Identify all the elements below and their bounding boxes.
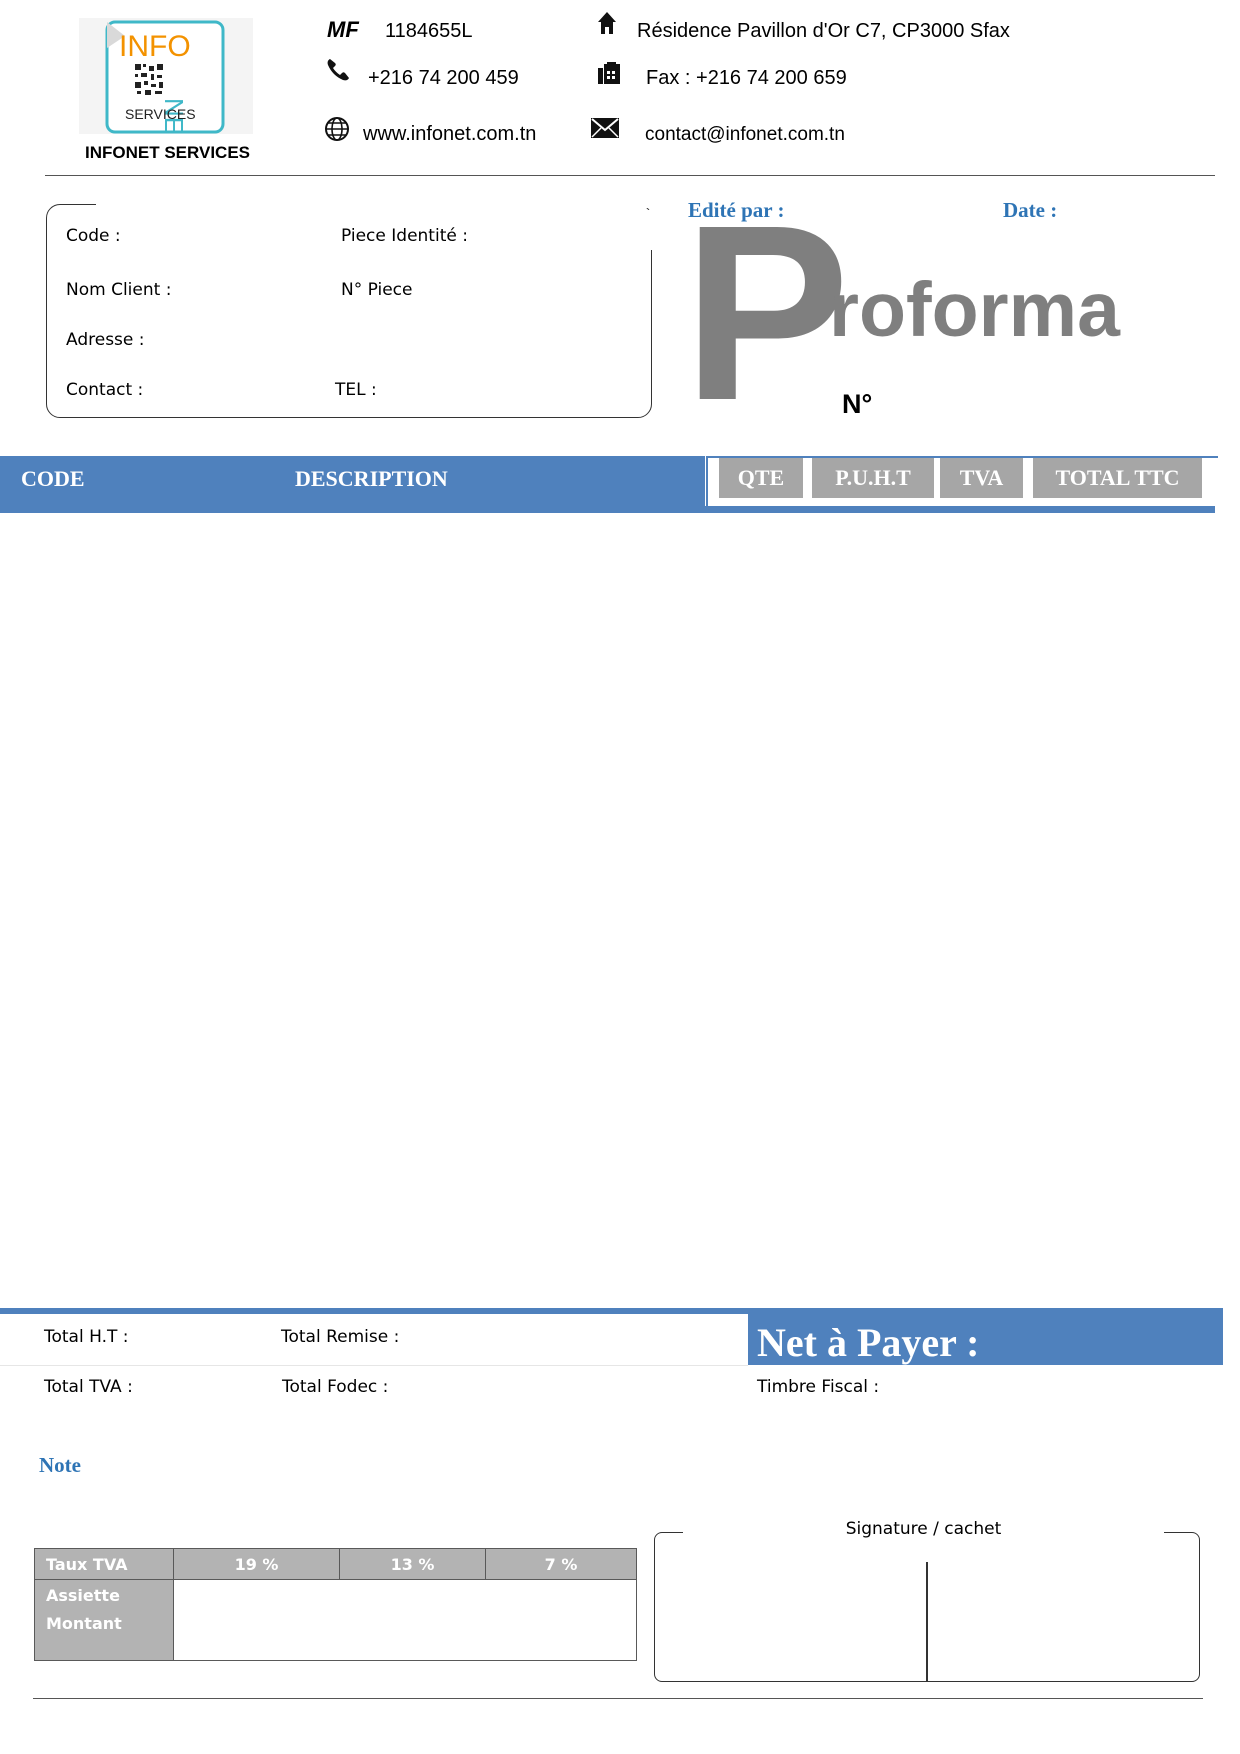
nom-client-label: Nom Client : <box>66 280 172 300</box>
header-divider <box>45 175 1215 176</box>
adresse-label: Adresse : <box>66 330 145 350</box>
tel-label: TEL : <box>335 380 377 400</box>
date-label: Date : <box>1003 198 1058 222</box>
company-website[interactable]: www.infonet.com.tn <box>363 123 536 146</box>
signature-divider <box>926 1562 928 1681</box>
tva-rate-19: 19 % <box>173 1548 340 1580</box>
column-header-description: DESCRIPTION <box>295 466 448 491</box>
total-fodec-label: Total Fodec : <box>282 1377 389 1397</box>
signature-label: Signature / cachet <box>845 1519 1002 1539</box>
column-header-tva: TVA <box>940 458 1023 498</box>
montant-label: Montant <box>34 1610 174 1661</box>
doc-title: roforma <box>829 267 1120 353</box>
mf-label: MF <box>327 17 359 42</box>
phone-icon <box>327 59 349 81</box>
footer-divider <box>33 1698 1203 1699</box>
tva-summary-table: Taux TVA 19 % 13 % 7 % Assiette Montant <box>34 1548 637 1661</box>
total-ht-label: Total H.T : <box>44 1327 129 1347</box>
globe-icon <box>325 117 349 141</box>
house-icon <box>598 12 616 34</box>
column-header-code: CODE <box>21 466 85 491</box>
timbre-fiscal-label: Timbre Fiscal : <box>757 1377 880 1397</box>
column-header-puht: P.U.H.T <box>812 458 934 498</box>
total-remise-label: Total Remise : <box>281 1327 400 1347</box>
envelope-icon <box>591 118 619 138</box>
piece-identite-label: Piece Identité : <box>341 226 468 246</box>
mf-value: 1184655L <box>385 20 473 42</box>
fax-icon <box>598 62 620 84</box>
tva-values-area <box>173 1579 637 1661</box>
tva-rate-header: Taux TVA <box>34 1548 174 1580</box>
doc-title-initial: P <box>683 173 850 452</box>
company-fax: Fax : +216 74 200 659 <box>646 67 847 89</box>
logo-services-text: SERVICES <box>125 106 196 122</box>
company-name: INFONET SERVICES <box>85 143 250 162</box>
assiette-label: Assiette <box>34 1579 174 1610</box>
logo-info-text: INFO <box>119 30 191 63</box>
total-tva-label: Total TVA : <box>44 1377 133 1397</box>
column-header-total-ttc: TOTAL TTC <box>1033 458 1202 498</box>
net-payable-label: Net à Payer : <box>757 1320 980 1365</box>
company-email[interactable]: contact@infonet.com.tn <box>645 124 845 146</box>
company-logo: INFO NET SERVICES <box>79 18 253 134</box>
contact-label: Contact : <box>66 380 144 400</box>
doc-number-label: N° <box>842 389 873 419</box>
client-code-label: Code : <box>66 226 121 246</box>
tva-rate-7: 7 % <box>485 1548 637 1580</box>
num-piece-label: N° Piece <box>341 280 413 300</box>
note-label: Note <box>39 1453 81 1477</box>
column-header-qte: QTE <box>719 458 803 498</box>
tva-rate-13: 13 % <box>339 1548 486 1580</box>
company-address: Résidence Pavillon d'Or C7, CP3000 Sfax <box>637 20 1010 42</box>
company-phone: +216 74 200 459 <box>368 67 519 89</box>
